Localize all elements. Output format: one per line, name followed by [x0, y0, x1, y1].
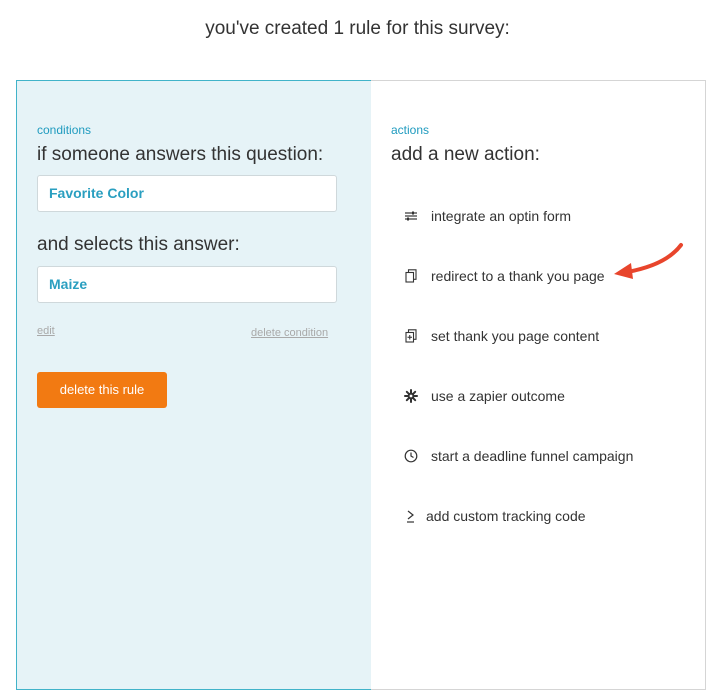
answer-field[interactable]: Maize: [37, 266, 337, 303]
add-page-icon: [403, 328, 419, 344]
page-heading: you've created 1 rule for this survey:: [205, 18, 510, 39]
question-field[interactable]: Favorite Color: [37, 175, 337, 212]
action-label: use a zapier outcome: [431, 388, 565, 404]
actions-label: actions: [391, 123, 430, 137]
actions-title: add a new action:: [391, 144, 540, 165]
action-integrate-optin-form[interactable]: integrate an optin form: [403, 205, 571, 227]
actions-panel: actions add a new action: integrate an o…: [371, 80, 706, 690]
answer-prompt: and selects this answer:: [37, 234, 240, 255]
sliders-icon: [403, 208, 419, 224]
edit-link[interactable]: edit: [37, 325, 55, 337]
conditions-label: conditions: [37, 123, 92, 137]
question-prompt: if someone answers this question:: [37, 144, 324, 165]
gear-icon: [403, 388, 419, 404]
action-label: add custom tracking code: [426, 508, 586, 524]
delete-condition-link[interactable]: delete condition: [251, 327, 328, 339]
delete-rule-button[interactable]: delete this rule: [37, 372, 167, 408]
conditions-panel: conditions if someone answers this quest…: [16, 80, 372, 690]
action-label: redirect to a thank you page: [431, 268, 605, 284]
arrow-annotation: [614, 243, 683, 279]
action-redirect-thank-you-page[interactable]: redirect to a thank you page: [403, 265, 605, 287]
action-label: set thank you page content: [431, 328, 600, 344]
action-label: integrate an optin form: [431, 208, 572, 224]
clock-icon: [403, 448, 419, 464]
action-deadline-funnel[interactable]: start a deadline funnel campaign: [403, 445, 633, 467]
pages-icon: [403, 268, 419, 284]
action-zapier-outcome[interactable]: use a zapier outcome: [403, 385, 565, 407]
action-custom-tracking-code[interactable]: add custom tracking code: [403, 505, 586, 527]
action-label: start a deadline funnel campaign: [431, 448, 634, 464]
action-set-thank-you-content[interactable]: set thank you page content: [403, 325, 599, 347]
terminal-icon: [403, 508, 419, 524]
